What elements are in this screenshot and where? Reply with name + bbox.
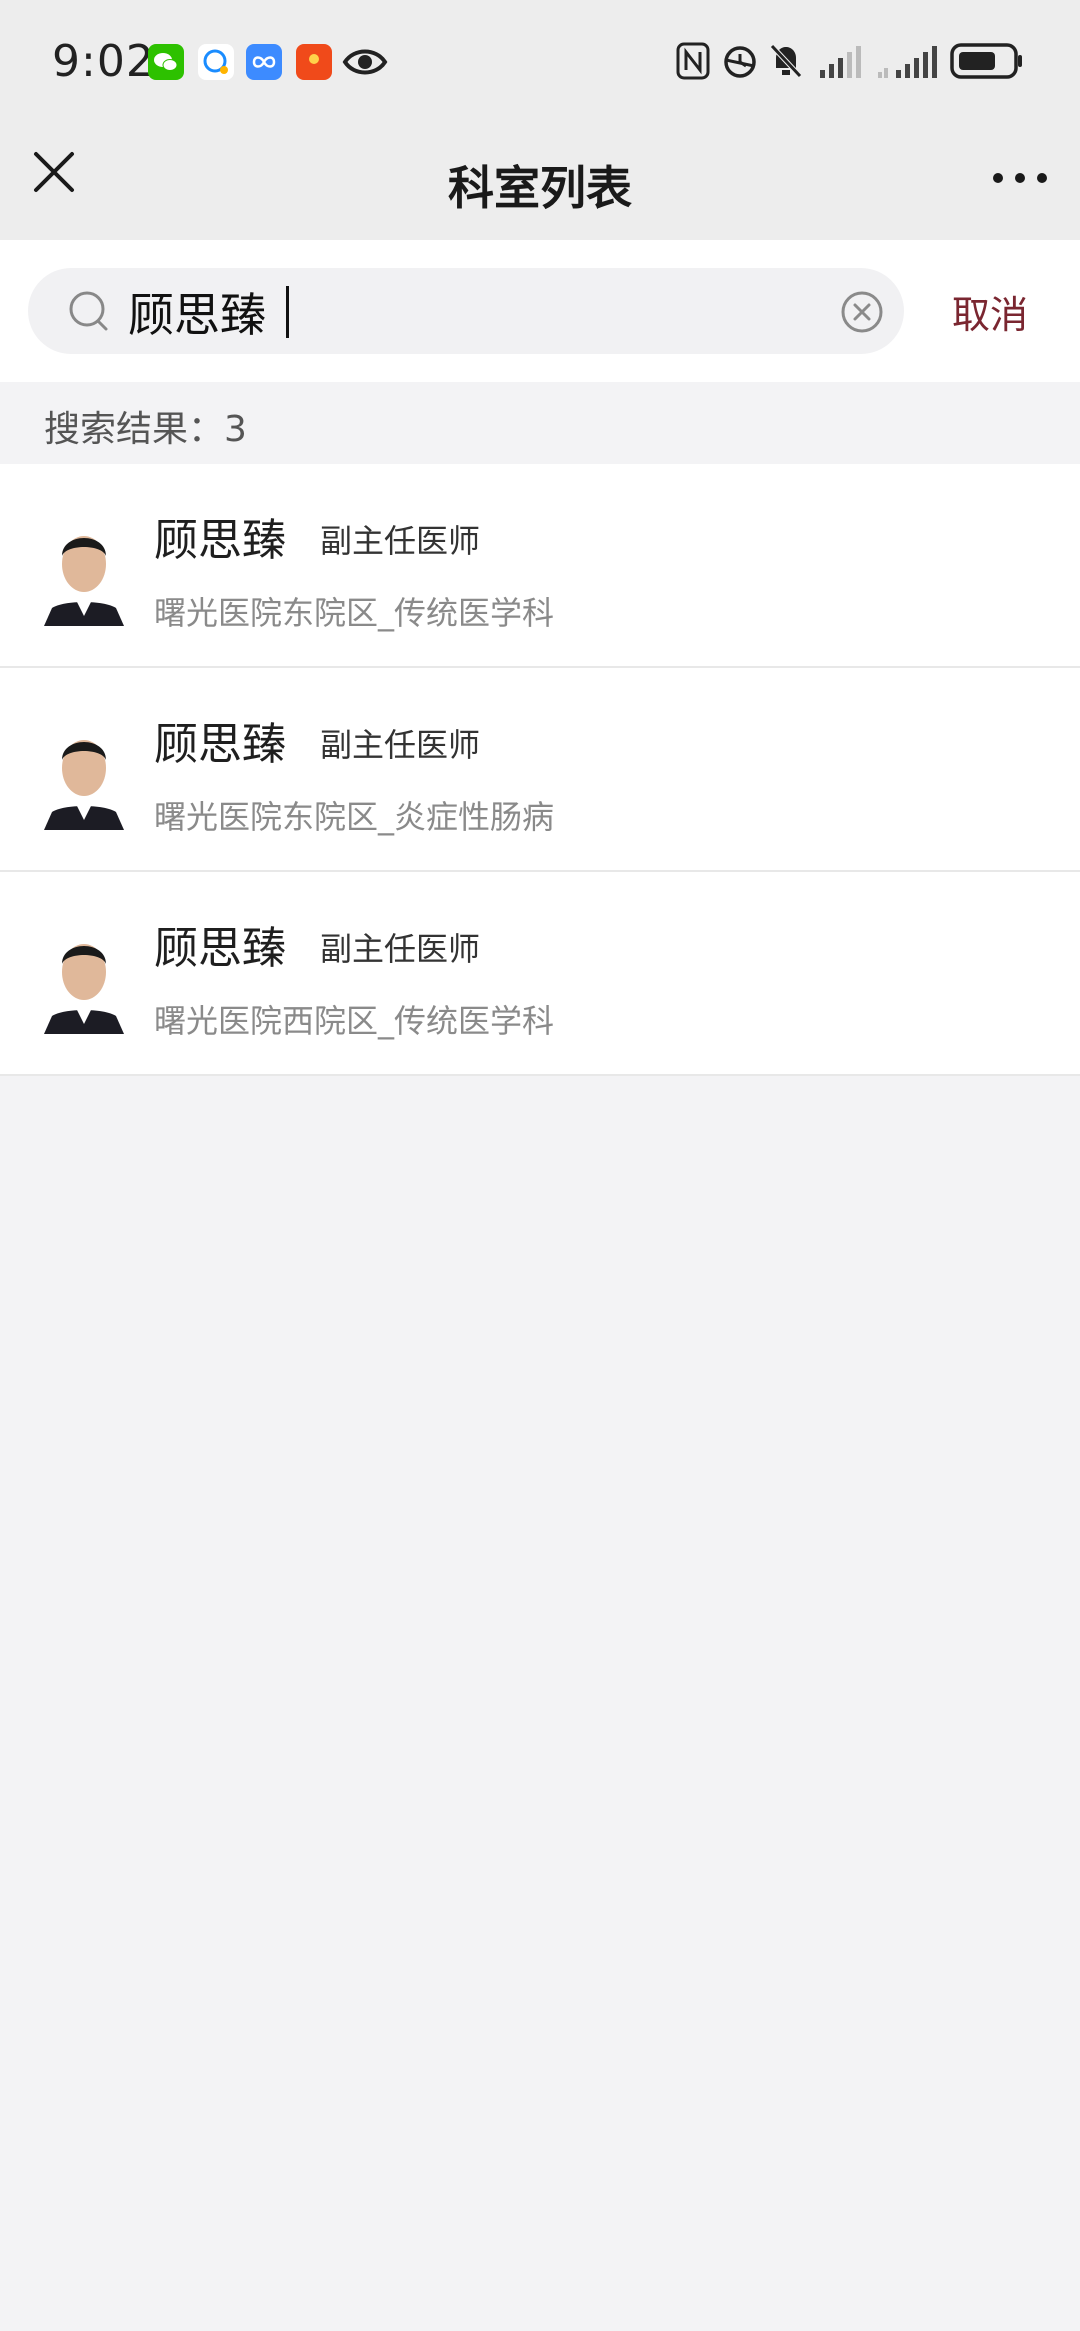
doctor-title: 副主任医师	[320, 726, 481, 764]
more-icon[interactable]	[990, 166, 1050, 190]
bell-muted-icon	[768, 40, 804, 84]
list-item[interactable]: 顾思臻 副主任医师 曙光医院东院区_炎症性肠病	[0, 668, 1080, 872]
doctor-name: 顾思臻	[154, 719, 286, 770]
doctor-department: 曙光医院西院区_传统医学科	[154, 1002, 555, 1040]
text-caret	[286, 286, 289, 338]
status-bar: 9:02	[0, 0, 1080, 120]
signal-secondary-icon	[876, 44, 938, 84]
doctor-title: 副主任医师	[320, 522, 481, 560]
page-title: 科室列表	[448, 161, 632, 215]
doctor-name: 顾思臻	[154, 515, 286, 566]
nfc-icon	[676, 42, 710, 84]
doctor-name: 顾思臻	[154, 923, 286, 974]
avatar	[44, 924, 124, 1034]
infinity-app-icon	[246, 44, 282, 80]
nav-bar: 科室列表	[0, 120, 1080, 240]
alarm-icon	[720, 40, 760, 84]
chat-bubble-icon	[198, 44, 234, 80]
status-time: 9:02	[52, 36, 155, 87]
battery-icon	[950, 42, 1024, 84]
clear-icon[interactable]	[840, 290, 884, 334]
search-area: 取消	[0, 240, 1080, 382]
list-item[interactable]: 顾思臻 副主任医师 曙光医院东院区_传统医学科	[0, 464, 1080, 668]
avatar	[44, 516, 124, 626]
search-input[interactable]	[128, 284, 828, 340]
result-count-bar: 搜索结果：3	[0, 382, 1080, 464]
eye-icon	[342, 44, 388, 84]
wechat-icon	[148, 44, 184, 80]
search-icon	[66, 288, 114, 336]
doctor-title: 副主任医师	[320, 930, 481, 968]
list-item[interactable]: 顾思臻 副主任医师 曙光医院西院区_传统医学科	[0, 872, 1080, 1076]
doctor-list: 顾思臻 副主任医师 曙光医院东院区_传统医学科 顾思臻 副主任医师 曙光医院东院…	[0, 464, 1080, 1076]
avatar	[44, 720, 124, 830]
doctor-department: 曙光医院东院区_传统医学科	[154, 594, 555, 632]
doctor-department: 曙光医院东院区_炎症性肠病	[154, 798, 555, 836]
result-count: 搜索结果：3	[44, 409, 247, 450]
cancel-button[interactable]: 取消	[952, 284, 1028, 339]
signal-icon	[818, 44, 862, 84]
red-envelope-icon	[296, 44, 332, 80]
search-box[interactable]	[28, 268, 904, 354]
